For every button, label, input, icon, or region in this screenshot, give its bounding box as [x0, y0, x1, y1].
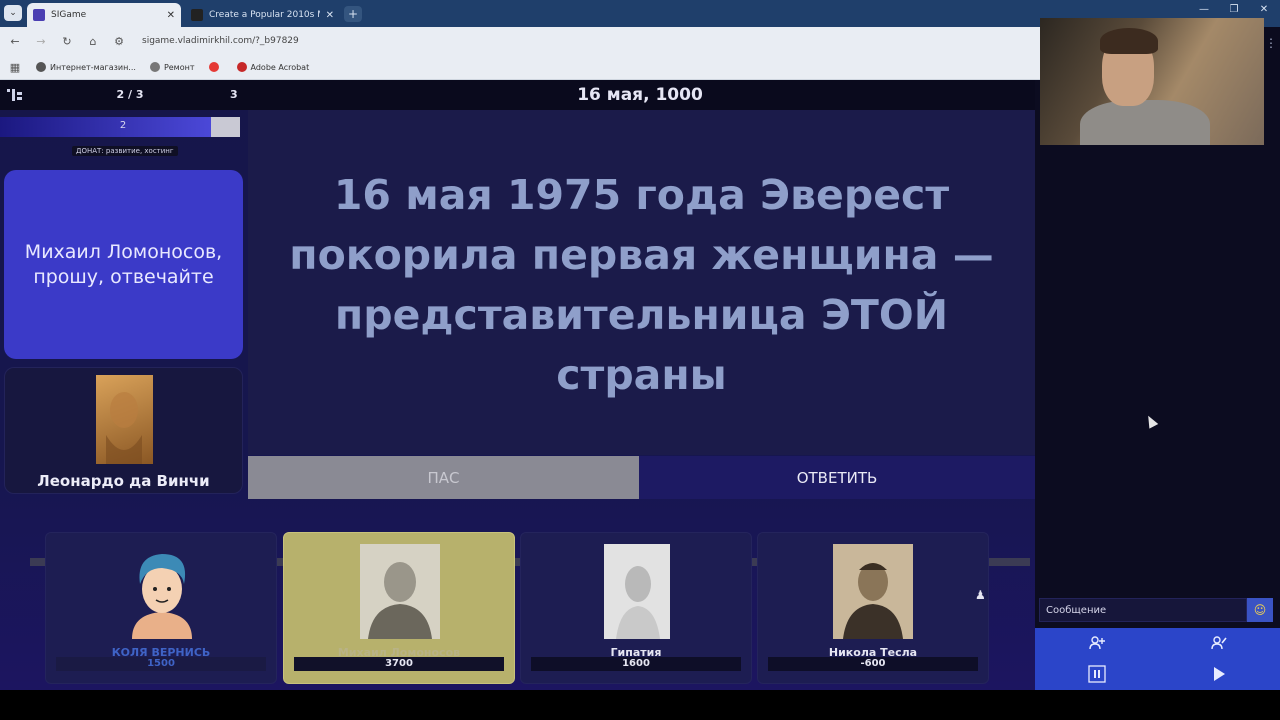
donate-link[interactable]: ДОНАТ: развитие, хостинг: [72, 146, 178, 156]
player-card-active[interactable]: Михаил Ломоносов 3700: [283, 532, 515, 684]
tab-title: Create a Popular 2010s Movies: [209, 10, 320, 20]
globe-icon: [36, 62, 46, 72]
play-icon[interactable]: [1207, 663, 1231, 685]
yandex-icon: [208, 62, 219, 72]
tab-search-button[interactable]: ⌄: [4, 5, 22, 21]
acrobat-icon: [236, 62, 247, 72]
letterbox-bottom: [0, 690, 1280, 720]
player-score: -600: [768, 657, 978, 671]
game-top-bar: 2 / 3 3 16 мая, 1000: [0, 80, 1035, 110]
bookmarks-bar: ▦ Интернет-магазин... Ремонт Adobe Acrob…: [0, 55, 1040, 80]
site-info-icon[interactable]: ⚙: [112, 34, 126, 48]
pause-icon[interactable]: [1085, 663, 1109, 685]
player-card[interactable]: Гипатия 1600: [520, 532, 752, 684]
bookmark-label: Интернет-магазин...: [50, 62, 136, 72]
message-input[interactable]: Сообщение: [1039, 598, 1247, 622]
apps-grid-icon[interactable]: ▦: [8, 60, 22, 74]
theme-title: 16 мая, 1000: [577, 85, 703, 105]
edit-player-icon[interactable]: [1207, 632, 1231, 654]
bookmark-label: Adobe Acrobat: [250, 62, 310, 72]
bookmark-shop[interactable]: Интернет-магазин...: [36, 62, 136, 72]
pass-button[interactable]: ПАС: [248, 456, 639, 499]
timer-value: 2: [119, 120, 127, 131]
screen: ⌄ SIGame ✕ Create a Popular 2010s Movies…: [0, 0, 1280, 720]
close-tab-icon[interactable]: ✕: [167, 10, 175, 21]
game-area: 2 / 3 3 16 мая, 1000 2 ДОНАТ: развитие, …: [0, 80, 1035, 690]
showman-name: Леонардо да Винчи: [37, 472, 210, 490]
answer-button[interactable]: ОТВЕТИТЬ: [639, 456, 1035, 499]
close-tab-icon[interactable]: ✕: [326, 10, 334, 21]
round-total: 3: [230, 88, 238, 101]
bookmark-acrobat[interactable]: Adobe Acrobat: [236, 62, 310, 72]
webcam-overlay: [1040, 18, 1264, 145]
tab-title: SIGame: [51, 10, 87, 20]
add-player-icon[interactable]: [1085, 632, 1109, 654]
cartoon-avatar: [122, 544, 202, 639]
tab-movies[interactable]: Create a Popular 2010s Movies ✕: [185, 3, 340, 27]
player-score: 3700: [294, 657, 504, 671]
emoji-icon[interactable]: ☺: [1247, 598, 1273, 622]
bookmark-yandex[interactable]: [208, 62, 223, 72]
url-field[interactable]: sigame.vladimirkhil.com/?_b97829: [142, 36, 299, 46]
home-icon[interactable]: ⌂: [86, 34, 100, 48]
player-avatar: [360, 544, 440, 639]
player-card[interactable]: КОЛЯ ВЕРНИСЬ 1500: [45, 532, 277, 684]
pawn-icon[interactable]: ♟: [975, 588, 986, 602]
sigame-favicon-icon: [33, 9, 45, 21]
new-tab-button[interactable]: +: [344, 6, 362, 22]
timer-bar: 2: [0, 117, 240, 137]
page-favicon-icon: [191, 9, 203, 21]
tab-sigame[interactable]: SIGame ✕: [27, 3, 181, 27]
address-bar: ← → ↻ ⌂ ⚙ sigame.vladimirkhil.com/?_b978…: [0, 27, 1040, 55]
more-options-icon[interactable]: ⋮: [1265, 36, 1277, 50]
player-avatar: [833, 544, 913, 639]
forward-icon[interactable]: →: [34, 34, 48, 48]
webcam-person-hair: [1100, 28, 1158, 54]
reload-icon[interactable]: ↻: [60, 34, 74, 48]
showman-avatar: [96, 375, 153, 464]
control-row-bottom: [1035, 658, 1280, 690]
showman-card: Леонардо да Винчи: [4, 367, 243, 494]
question-text: 16 мая 1975 года Эверест покорила первая…: [289, 171, 994, 399]
player-score: 1600: [531, 657, 741, 671]
host-message-card: Михаил Ломоносов, прошу, отвечайте: [4, 170, 243, 359]
control-row-top: [1035, 628, 1280, 658]
back-icon[interactable]: ←: [8, 34, 22, 48]
question-panel: 16 мая 1975 года Эверест покорила первая…: [248, 110, 1035, 455]
game-menu-icon[interactable]: [6, 87, 24, 103]
round-progress: 2 / 3: [116, 88, 144, 101]
bookmark-label: Ремонт: [163, 62, 195, 72]
player-score: 1500: [56, 657, 266, 671]
bookmark-repair[interactable]: Ремонт: [149, 62, 195, 72]
info-icon: [149, 62, 160, 72]
player-card[interactable]: Никола Тесла -600: [757, 532, 989, 684]
webcam-person-body: [1080, 100, 1210, 145]
player-avatar: [604, 544, 670, 639]
